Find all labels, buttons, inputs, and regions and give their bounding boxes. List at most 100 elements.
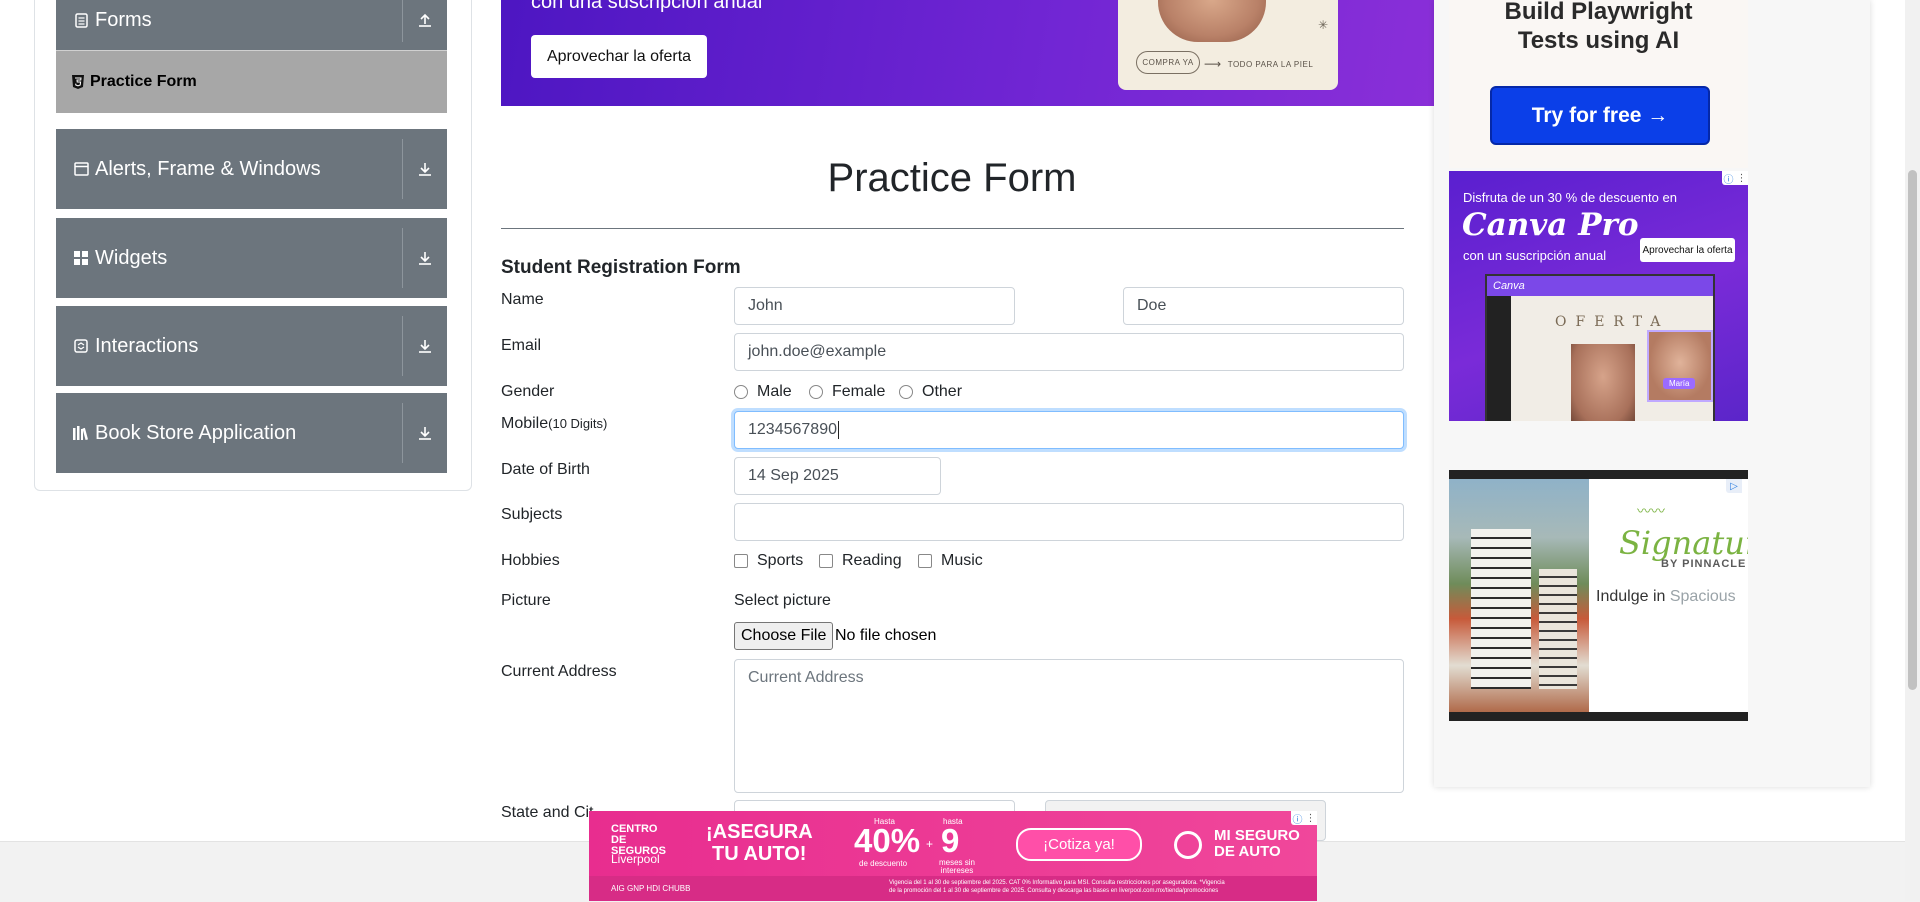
checkbox[interactable] (819, 554, 833, 568)
discount-desc: de descuento (859, 859, 908, 868)
gender-radio-male[interactable]: Male (734, 383, 792, 401)
brand-liverpool: Liverpool (611, 852, 660, 866)
subjects-input[interactable] (734, 503, 1404, 541)
building-shape (1471, 529, 1531, 689)
page-title: Practice Form (827, 156, 1077, 200)
buy-now-pill: COMPRA YA (1136, 51, 1200, 74)
address-label: Current Address (501, 663, 617, 680)
my-insurance-line2: DE AUTO (1214, 843, 1281, 860)
fine-print-line2: de la promoción del 1 al 30 de septiembr… (889, 888, 1219, 894)
file-status: No file chosen (835, 627, 937, 644)
sidebar-group-label: Book Store Application (95, 421, 297, 444)
signature-logo: Signature (1619, 524, 1748, 562)
quote-button[interactable]: ¡Cotiza ya! (1016, 828, 1142, 861)
download-icon[interactable] (403, 250, 447, 266)
mobile-label-text: Mobile (501, 415, 549, 432)
checkbox[interactable] (918, 554, 932, 568)
books-icon (73, 425, 89, 441)
pinnacle-logo: BY PINNACLE (1661, 558, 1747, 570)
radio-circle[interactable] (734, 385, 748, 399)
email-input[interactable]: john.doe@example (734, 333, 1404, 371)
dob-label: Date of Birth (501, 461, 590, 478)
document-icon (73, 12, 89, 28)
adchoices-icon[interactable]: ⓘ ⋮ (1291, 811, 1317, 826)
hobby-checkbox-reading[interactable]: Reading (819, 552, 902, 570)
scrollbar-thumb[interactable] (1908, 170, 1917, 690)
download-icon[interactable] (403, 161, 447, 177)
canva-ad[interactable]: ⓘ ⋮ Disfruta de un 30 % de descuento en C… (1449, 171, 1748, 421)
select-picture-label: Select picture (734, 592, 831, 609)
checkbox[interactable] (734, 554, 748, 568)
months-text: meses sin intereses (938, 858, 975, 875)
radio-label: Male (757, 383, 792, 400)
wave-logo-icon: 〰〰 (1637, 503, 1665, 519)
banner-product-card: ✳ COMPRA YA ⟶ TODO PARA LA PIEL (1118, 0, 1338, 90)
banner-tagline-text: TODO PARA LA PIEL (1227, 60, 1314, 69)
try-for-free-button[interactable]: Try for free → (1490, 86, 1710, 145)
canva-app-bar: Canva (1487, 276, 1713, 296)
radio-circle[interactable] (809, 385, 823, 399)
subjects-label: Subjects (501, 506, 563, 523)
title-divider (501, 228, 1404, 229)
hobby-checkbox-music[interactable]: Music (918, 552, 983, 570)
date-of-birth-input[interactable]: 14 Sep 2025 (734, 457, 941, 495)
upload-icon[interactable] (403, 12, 447, 28)
fine-print: Vigencia del 1 al 30 de septiembre del 2… (889, 879, 1309, 895)
discount-percent: 40% (854, 822, 921, 859)
bottom-banner-ad[interactable]: CENTRO DE SEGUROS Liverpool ¡ASEGURA TU … (589, 811, 1317, 901)
widgets-icon (73, 250, 89, 266)
canva-ad-line3: con un suscripción anual (1463, 248, 1607, 263)
download-icon[interactable] (403, 425, 447, 441)
my-insurance-text: MI SEGURO DE AUTO (1214, 828, 1300, 860)
download-icon[interactable] (403, 338, 447, 354)
signature-tagline: Indulge in Spacious (1596, 588, 1736, 606)
months-number: 9 (941, 822, 960, 859)
name-label: Name (501, 291, 544, 308)
building-shape-2 (1539, 569, 1577, 689)
banner-offer-button[interactable]: Aprovechar la oferta (531, 35, 707, 78)
signature-ad[interactable]: ▷ 〰〰 Signature BY PINNACLE Indulge in Sp… (1449, 470, 1748, 721)
canva-offer-button[interactable]: Aprovechar la oferta (1640, 238, 1735, 262)
first-name-input[interactable]: John (734, 287, 1015, 325)
choose-file-button[interactable]: Choose File (734, 622, 834, 650)
canva-app-mockup: Canva OFERTA María (1485, 274, 1715, 421)
sidebar-group-book-store[interactable]: Book Store Application (56, 393, 447, 473)
headline-1: ¡ASEGURA (706, 821, 813, 843)
adchoices-icon[interactable]: ▷ (1726, 479, 1742, 493)
insurer-logos: AIG GNP HDI CHUBB (611, 884, 691, 893)
my-insurance-line1: MI SEGURO (1214, 827, 1300, 844)
headline-2: TU AUTO! (712, 843, 807, 865)
form-subtitle: Student Registration Form (501, 257, 741, 278)
sidebar-group-widgets[interactable]: Widgets (56, 218, 447, 298)
car-shield-icon (1174, 831, 1202, 859)
model-photo-2 (1647, 330, 1713, 402)
radio-label: Other (922, 383, 963, 400)
sidebar-group-label: Widgets (95, 246, 168, 269)
banner-tagline: ⟶ TODO PARA LA PIEL (1204, 57, 1314, 71)
mobile-input[interactable]: 1234567890 (734, 411, 1404, 449)
model-photo (1571, 344, 1635, 421)
adchoices-icon[interactable]: ⓘ ⋮ (1722, 171, 1748, 186)
gender-label: Gender (501, 383, 555, 400)
current-address-textarea[interactable]: Current Address (734, 659, 1404, 793)
checkbox-label: Sports (757, 552, 804, 569)
interactions-icon (73, 338, 89, 354)
window-icon (73, 161, 89, 177)
sidebar-group-forms[interactable]: Forms (56, 0, 447, 50)
sidebar-group-alerts[interactable]: Alerts, Frame & Windows (56, 129, 447, 209)
email-label: Email (501, 337, 542, 354)
gender-radio-other[interactable]: Other (899, 383, 962, 401)
sidebar-group-label: Alerts, Frame & Windows (95, 157, 321, 180)
sidebar-item-practice-form[interactable]: Practice Form (56, 50, 447, 113)
mobile-hint: (10 Digits) (548, 416, 608, 431)
last-name-input[interactable]: Doe (1123, 287, 1404, 325)
playwright-ad[interactable]: Build Playwright Tests using AI Try for … (1449, 0, 1748, 168)
model-photo (1158, 0, 1266, 42)
sidebar-group-interactions[interactable]: Interactions (56, 306, 447, 386)
radio-circle[interactable] (899, 385, 913, 399)
gender-radio-female[interactable]: Female (809, 383, 885, 401)
plus-sign: + (926, 837, 934, 851)
playwright-ad-line2: Tests using AI (1517, 27, 1680, 54)
top-banner-ad[interactable]: con una suscripción anual Aprovechar la … (501, 0, 1434, 106)
hobby-checkbox-sports[interactable]: Sports (734, 552, 803, 570)
